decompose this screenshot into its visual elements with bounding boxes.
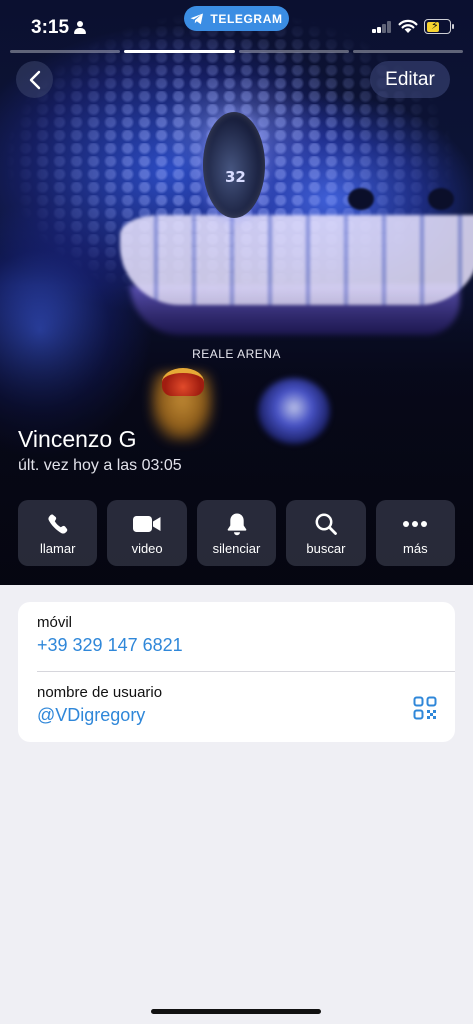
username-label: nombre de usuario: [37, 684, 163, 701]
call-button[interactable]: llamar: [18, 500, 98, 566]
story-progress: [10, 50, 463, 53]
eye-jersey-number: 32: [225, 168, 246, 186]
status-bar: 3:15 TELEGRAM ⚡: [0, 0, 473, 54]
search-button-label: buscar: [306, 540, 346, 556]
cellular-signal-icon: [372, 21, 391, 33]
last-seen-status: últ. vez hoy a las 03:05: [18, 457, 182, 474]
username-link[interactable]: @VDigregory: [37, 705, 455, 726]
crown-icon: [162, 368, 204, 396]
story-segment: [238, 50, 349, 53]
battery-icon: ⚡: [424, 19, 454, 34]
username-row[interactable]: nombre de usuario @VDigregory: [37, 684, 455, 726]
phone-icon: [48, 513, 67, 534]
more-button-label: más: [403, 540, 428, 556]
phone-row[interactable]: móvil +39 329 147 6821: [37, 614, 455, 656]
call-button-label: llamar: [40, 540, 76, 556]
snake-nostril: [348, 188, 374, 210]
phone-number-link[interactable]: +39 329 147 6821: [37, 635, 455, 656]
phone-label: móvil: [37, 614, 73, 631]
video-button[interactable]: video: [107, 500, 187, 566]
profile-name: Vincenzo G: [18, 426, 137, 452]
story-segment: [124, 50, 235, 53]
club-crest-right: [258, 378, 330, 444]
search-icon: [315, 513, 337, 535]
charging-bolt-icon: ⚡: [431, 20, 439, 32]
return-to-app-pill[interactable]: TELEGRAM: [184, 6, 289, 31]
mute-button[interactable]: silenciar: [196, 500, 277, 566]
photo-caption: REALE ARENA: [192, 347, 281, 361]
home-indicator[interactable]: [151, 1009, 321, 1014]
wifi-icon: [398, 19, 418, 33]
video-button-label: video: [131, 540, 163, 556]
telegram-plane-icon: [190, 13, 204, 24]
snake-nostril: [428, 188, 454, 210]
contact-info-card: móvil +39 329 147 6821 nombre de usuario…: [18, 602, 455, 742]
more-dots-icon: [403, 520, 428, 527]
chevron-left-icon: [29, 70, 40, 89]
back-button[interactable]: [16, 61, 53, 98]
video-camera-icon: [133, 515, 161, 532]
action-bar: llamar video silenciar buscar más: [18, 500, 456, 566]
person-icon: [74, 21, 86, 34]
divider: [37, 671, 455, 672]
story-segment: [10, 50, 121, 53]
search-button[interactable]: buscar: [286, 500, 366, 566]
more-button[interactable]: más: [375, 500, 456, 566]
snake-eye: [203, 112, 265, 218]
app-pill-label: TELEGRAM: [210, 11, 283, 26]
mute-button-label: silenciar: [212, 540, 261, 556]
edit-button[interactable]: Editar: [370, 61, 450, 98]
story-segment: [352, 50, 463, 53]
bell-icon: [227, 513, 246, 535]
clock: 3:15: [31, 17, 70, 38]
qr-code-icon[interactable]: [413, 696, 437, 720]
